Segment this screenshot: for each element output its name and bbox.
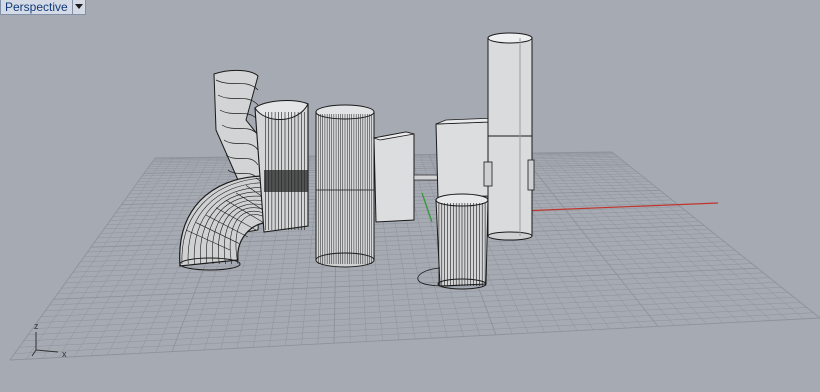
y-axis-line	[421, 192, 433, 223]
tower-cylinder[interactable]	[483, 32, 535, 241]
viewport-title[interactable]: Perspective	[0, 0, 73, 15]
large-cylinder[interactable]	[315, 104, 375, 268]
box-left[interactable]	[372, 131, 415, 223]
small-cylinder[interactable]	[417, 193, 489, 290]
scene-canvas[interactable]: z x	[0, 0, 820, 392]
world-axes-icon: z x	[31, 321, 67, 359]
viewport-tab[interactable]: Perspective	[0, 0, 86, 15]
cut-cylinder[interactable]	[254, 100, 309, 233]
axis-x-label: x	[62, 349, 67, 359]
axis-z-label: z	[34, 321, 39, 331]
dropdown-arrow-icon[interactable]	[72, 0, 86, 15]
connector-rod	[413, 174, 439, 181]
perspective-viewport[interactable]: Perspective z x	[0, 0, 820, 392]
construction-grid	[9, 151, 820, 361]
